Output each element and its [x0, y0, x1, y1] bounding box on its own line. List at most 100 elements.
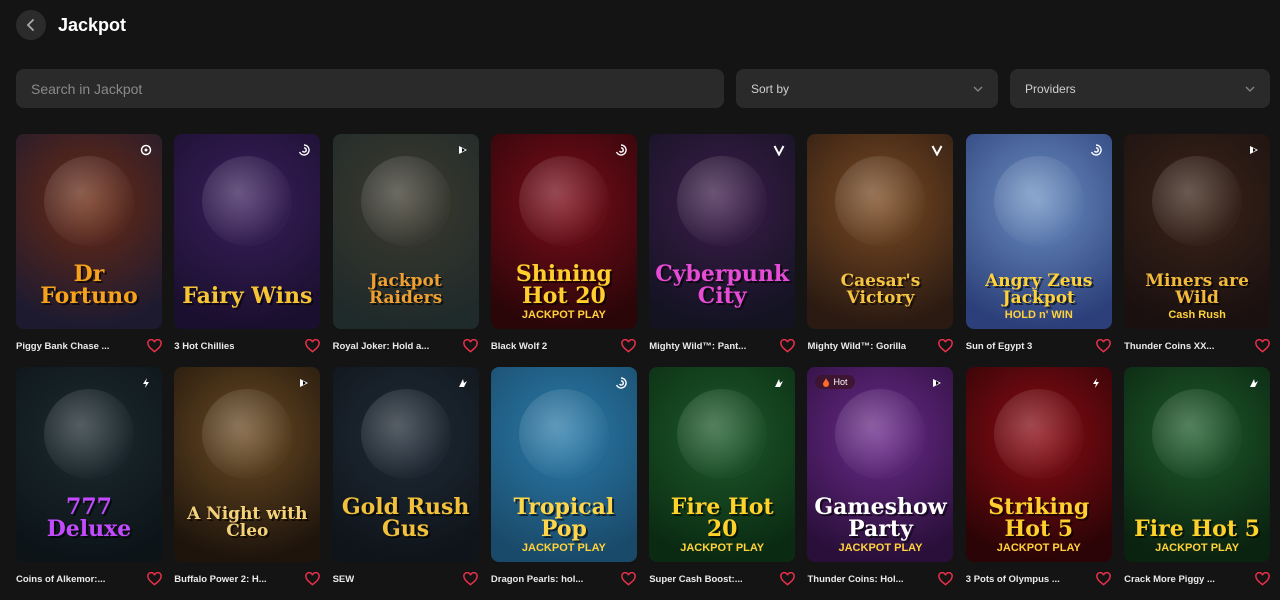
game-logo-subtitle: Cash Rush [1168, 309, 1226, 321]
game-artwork [360, 156, 451, 246]
game-logo-text: Gold Rush Gus [341, 494, 470, 542]
game-thumbnail[interactable]: Shining Hot 20 JACKPOT PLAY [490, 134, 637, 329]
game-caption: 3 Pots of Olympus ... [966, 571, 1112, 587]
game-caption: SEW [333, 571, 479, 587]
search-input[interactable] [16, 69, 724, 108]
heart-icon[interactable] [1254, 571, 1270, 587]
game-card[interactable]: Tropical Pop JACKPOT PLAY Dragon Pearls: h… [490, 367, 637, 590]
heart-icon[interactable] [463, 338, 479, 354]
game-card[interactable]: Fairy Wins 3 Hot Chillies [174, 134, 321, 357]
play-icon [929, 375, 945, 391]
game-name[interactable]: Piggy Bank Chase ... [16, 341, 109, 352]
game-name[interactable]: Mighty Wild™: Gorilla [807, 341, 906, 352]
game-name[interactable]: Black Wolf 2 [491, 341, 547, 352]
game-logo-text: Fire Hot 20 [670, 494, 774, 542]
heart-icon[interactable] [937, 338, 953, 354]
game-caption: Super Cash Boost:... [649, 571, 795, 587]
game-logo-subtitle: JACKPOT PLAY [1155, 542, 1240, 554]
game-thumbnail[interactable]: Cyberpunk City [649, 134, 796, 329]
game-card[interactable]: Shining Hot 20 JACKPOT PLAY Black Wolf 2 [490, 134, 637, 357]
game-logo-text: Miners are Wild [1145, 271, 1249, 308]
game-logo-text: Gameshow Party [814, 494, 947, 542]
game-name[interactable]: Super Cash Boost:... [649, 574, 742, 585]
game-thumbnail[interactable]: Miners are Wild Cash Rush [1124, 134, 1271, 329]
heart-icon[interactable] [1096, 571, 1112, 587]
bird-icon [455, 375, 471, 391]
heart-icon[interactable] [146, 338, 162, 354]
game-thumbnail[interactable]: Angry Zeus Jackpot HOLD n' WIN [965, 134, 1112, 329]
game-thumbnail[interactable]: Tropical Pop JACKPOT PLAY [490, 367, 637, 562]
play-icon [296, 375, 312, 391]
game-name[interactable]: Dragon Pearls: hol... [491, 574, 583, 585]
page-header: Jackpot [16, 10, 126, 40]
game-thumbnail[interactable]: Gold Rush Gus [332, 367, 479, 562]
game-name[interactable]: SEW [333, 574, 355, 585]
providers-dropdown[interactable]: Providers [1010, 69, 1270, 108]
game-thumbnail[interactable]: Fire Hot 5 JACKPOT PLAY [1124, 367, 1271, 562]
game-thumbnail[interactable]: Dr Fortuno [16, 134, 162, 329]
heart-icon[interactable] [463, 571, 479, 587]
heart-icon[interactable] [779, 338, 795, 354]
game-card[interactable]: Fire Hot 5 JACKPOT PLAY Crack More Piggy .… [1124, 367, 1271, 590]
game-card[interactable]: Gold Rush Gus SEW [332, 367, 479, 590]
game-artwork [1152, 389, 1243, 479]
game-logo-text: Tropical Pop [513, 494, 615, 542]
game-logo-subtitle: HOLD n' WIN [1004, 309, 1073, 321]
game-card[interactable]: A Night with Cleo Buffalo Power 2: H... [174, 367, 321, 590]
game-name[interactable]: Coins of Alkemor:... [16, 574, 105, 585]
game-name[interactable]: 3 Hot Chillies [174, 341, 234, 352]
heart-icon[interactable] [146, 571, 162, 587]
game-thumbnail[interactable]: Fire Hot 20 JACKPOT PLAY [649, 367, 796, 562]
game-name[interactable]: Buffalo Power 2: H... [174, 574, 266, 585]
game-caption: Royal Joker: Hold a... [333, 338, 479, 354]
game-name[interactable]: 3 Pots of Olympus ... [966, 574, 1060, 585]
game-card[interactable]: Caesar's Victory Mighty Wild™: Gorilla [807, 134, 954, 357]
game-logo-text: Jackpot Raiders [368, 271, 443, 308]
heart-icon[interactable] [779, 571, 795, 587]
game-name[interactable]: Thunder Coins: Hol... [807, 574, 903, 585]
game-thumbnail[interactable]: Jackpot Raiders [332, 134, 479, 329]
pin-icon [138, 142, 154, 158]
sort-dropdown[interactable]: Sort by [736, 69, 998, 108]
game-card[interactable]: Fire Hot 20 JACKPOT PLAY Super Cash Boost:… [649, 367, 796, 590]
game-card[interactable]: Gameshow Party JACKPOT PLAY Hot Thunder Coi… [807, 367, 954, 590]
game-card[interactable]: Jackpot Raiders Royal Joker: Hold a... [332, 134, 479, 357]
game-card[interactable]: Striking Hot 5 JACKPOT PLAY 3 Pots of Olym… [965, 367, 1112, 590]
game-logo-subtitle: JACKPOT PLAY [996, 542, 1081, 554]
heart-icon[interactable] [937, 571, 953, 587]
game-thumbnail[interactable]: Gameshow Party JACKPOT PLAY Hot [807, 367, 954, 562]
swirl-icon [613, 375, 629, 391]
game-card[interactable]: Angry Zeus Jackpot HOLD n' WIN Sun of Egyp… [965, 134, 1112, 357]
game-name[interactable]: Thunder Coins XX... [1124, 341, 1214, 352]
game-artwork [1152, 156, 1243, 246]
heart-icon[interactable] [1254, 338, 1270, 354]
game-thumbnail[interactable]: Fairy Wins [174, 134, 321, 329]
game-thumbnail[interactable]: A Night with Cleo [174, 367, 321, 562]
game-logo-text: A Night with Cleo [187, 504, 308, 541]
heart-icon[interactable] [304, 338, 320, 354]
game-caption: Mighty Wild™: Pant... [649, 338, 795, 354]
heart-icon[interactable] [621, 571, 637, 587]
game-card[interactable]: 777 Deluxe Coins of Alkemor:... [16, 367, 162, 590]
game-caption: Black Wolf 2 [491, 338, 637, 354]
game-card[interactable]: Cyberpunk City Mighty Wild™: Pant... [649, 134, 796, 357]
heart-icon[interactable] [304, 571, 320, 587]
heart-icon[interactable] [1096, 338, 1112, 354]
sort-dropdown-label: Sort by [751, 81, 790, 96]
game-name[interactable]: Royal Joker: Hold a... [333, 341, 430, 352]
game-thumbnail[interactable]: 777 Deluxe [16, 367, 162, 562]
game-card[interactable]: Miners are Wild Cash Rush Thunder Coins XX… [1124, 134, 1271, 357]
game-caption: Thunder Coins XX... [1124, 338, 1270, 354]
game-artwork [677, 389, 768, 479]
game-artwork [677, 156, 768, 246]
chevron-down-icon [973, 84, 983, 94]
game-card[interactable]: Dr Fortuno Piggy Bank Chase ... [16, 134, 162, 357]
back-button[interactable] [16, 10, 46, 40]
bird-icon [771, 375, 787, 391]
game-name[interactable]: Mighty Wild™: Pant... [649, 341, 746, 352]
game-name[interactable]: Crack More Piggy ... [1124, 574, 1215, 585]
game-name[interactable]: Sun of Egypt 3 [966, 341, 1033, 352]
game-thumbnail[interactable]: Striking Hot 5 JACKPOT PLAY [965, 367, 1112, 562]
heart-icon[interactable] [621, 338, 637, 354]
game-thumbnail[interactable]: Caesar's Victory [807, 134, 954, 329]
